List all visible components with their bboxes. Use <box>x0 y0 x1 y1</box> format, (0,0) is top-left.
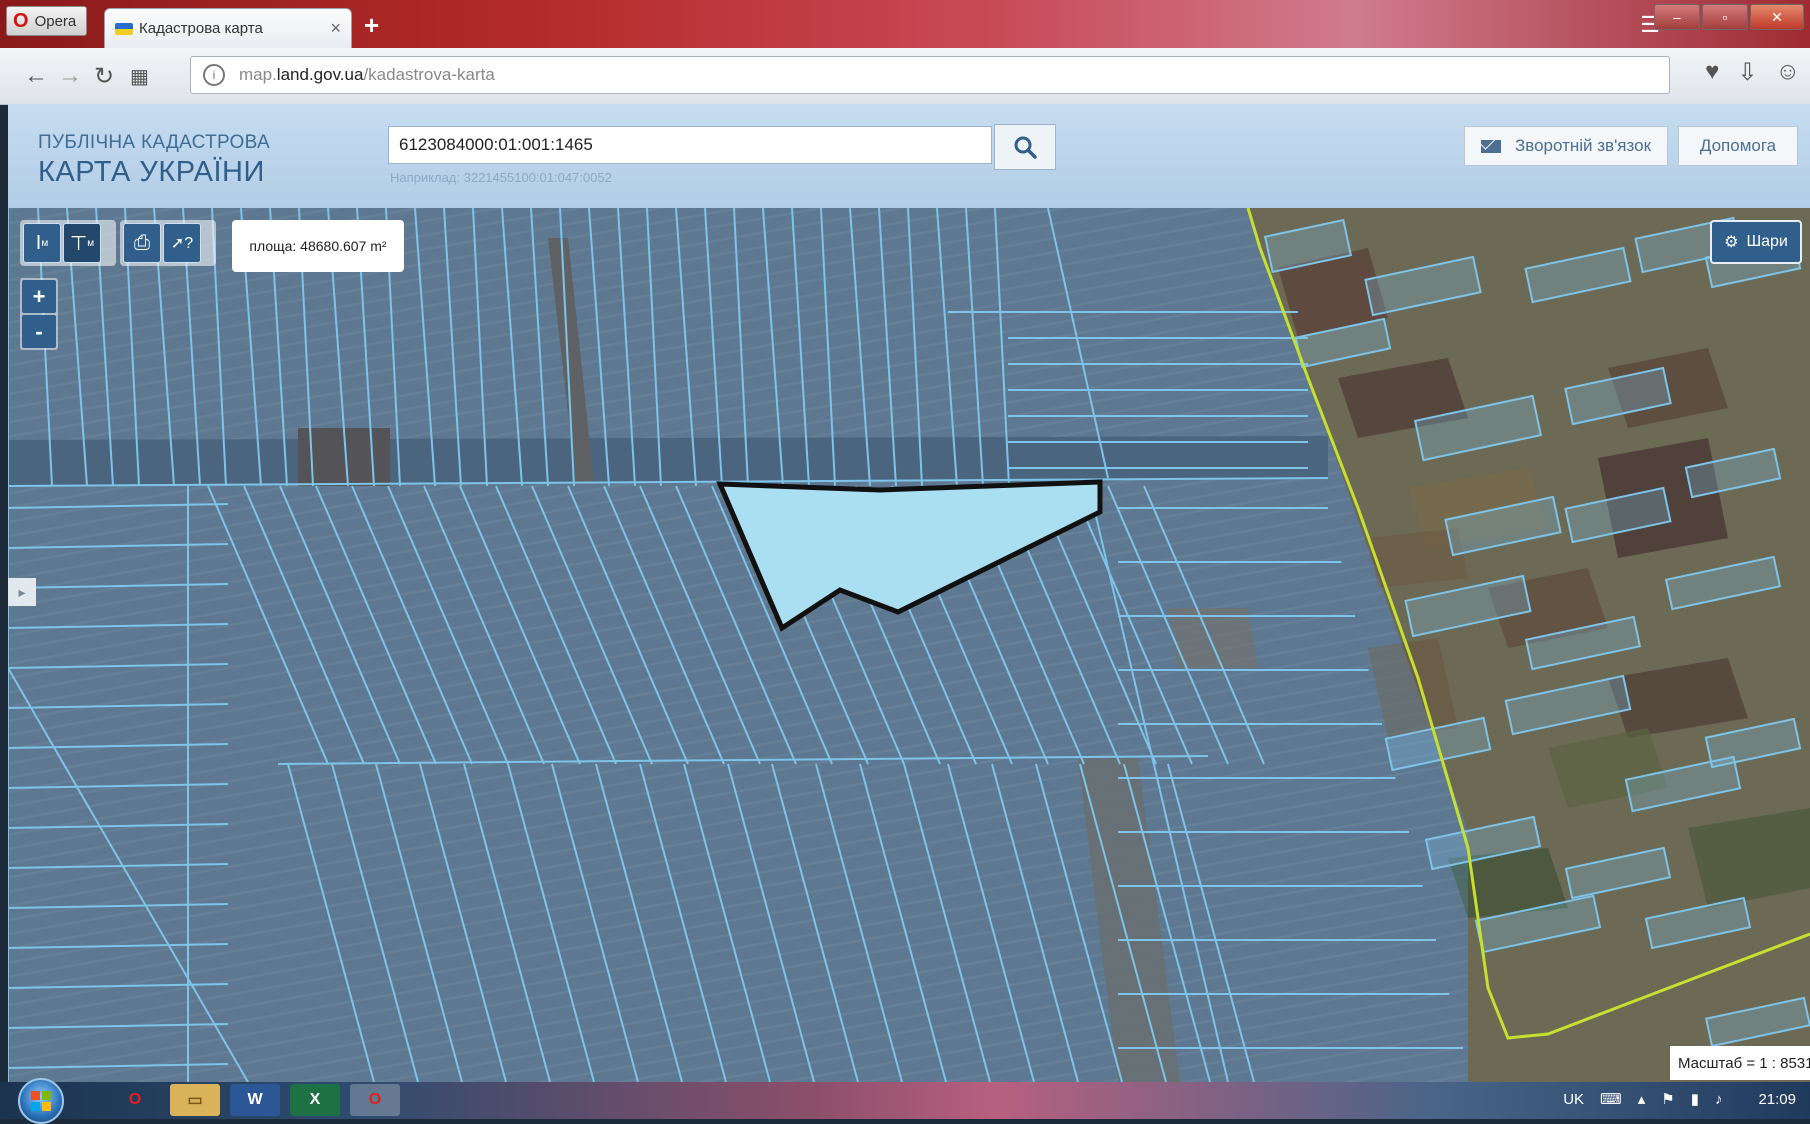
url-path: /kadastrova-karta <box>363 65 495 84</box>
bookmark-heart-icon[interactable]: ♥ <box>1705 58 1719 87</box>
area-readout: площа: 48680.607 m² <box>232 220 404 272</box>
language-indicator[interactable]: UK <box>1563 1091 1584 1108</box>
misc-tools: ⎙ ➚? <box>120 220 216 266</box>
opera-logo-icon: O <box>13 10 29 32</box>
clock[interactable]: 21:09 <box>1758 1091 1796 1108</box>
map-canvas[interactable] <box>8 208 1810 1082</box>
map-scale: Масштаб = 1 : 8531 <box>1670 1046 1810 1080</box>
parcel-tint <box>8 208 1468 1082</box>
feedback-button[interactable]: Зворотній зв'язок <box>1464 126 1668 166</box>
download-icon[interactable]: ⇩ <box>1737 58 1757 87</box>
site-header: ПУБЛІЧНА КАДАСТРОВА КАРТА УКРАЇНИ 612308… <box>8 104 1810 208</box>
account-icon[interactable]: ☺ <box>1775 58 1800 87</box>
window-controls: – ▫ ✕ <box>1654 4 1804 30</box>
keyboard-icon[interactable]: ⌨ <box>1600 1090 1622 1108</box>
measure-distance-button[interactable]: Iм <box>23 223 61 263</box>
zoom-controls: + - <box>20 278 58 350</box>
browser-navbar: ← → ↻ ▦ i map. land.gov.ua /kadastrova-k… <box>0 48 1810 105</box>
identify-icon[interactable]: ➚? <box>163 223 201 263</box>
speed-dial-icon[interactable]: ▦ <box>130 64 149 89</box>
close-window-button[interactable]: ✕ <box>1750 4 1804 30</box>
maximize-button[interactable]: ▫ <box>1702 4 1748 30</box>
brand-line-2: КАРТА УКРАЇНИ <box>38 156 265 188</box>
opera-menu-label: Opera <box>34 12 77 30</box>
tray-arrow-icon[interactable]: ▴ <box>1638 1090 1646 1108</box>
network-icon[interactable]: ▮ <box>1691 1090 1699 1108</box>
browser-tab[interactable]: Кадастрова карта × <box>104 8 352 48</box>
taskbar-opera-active-icon[interactable]: O <box>350 1084 400 1116</box>
site-info-icon[interactable]: i <box>203 64 225 86</box>
address-bar[interactable]: i map. land.gov.ua /kadastrova-karta <box>190 56 1670 94</box>
taskbar-excel-icon[interactable]: X <box>290 1084 340 1116</box>
url-host-prefix: map. <box>239 65 277 84</box>
reload-icon[interactable]: ↻ <box>94 62 114 91</box>
volume-icon[interactable]: ♪ <box>1715 1091 1723 1108</box>
tab-title: Кадастрова карта <box>139 20 263 37</box>
forward-icon[interactable]: → <box>58 62 82 90</box>
feedback-label: Зворотній зв'язок <box>1514 136 1652 155</box>
taskbar-opera-icon[interactable]: O <box>110 1084 160 1116</box>
system-tray: UK ⌨ ▴ ⚑ ▮ ♪ 21:09 <box>1563 1090 1796 1109</box>
cadastral-search-input[interactable]: 6123084000:01:001:1465 <box>388 126 992 164</box>
windows-taskbar: O ▭ W X O UK ⌨ ▴ ⚑ ▮ ♪ 21:09 <box>0 1078 1810 1124</box>
measure-area-button[interactable]: ⊤ м <box>63 223 101 263</box>
search-button[interactable] <box>994 124 1056 170</box>
new-tab-button[interactable]: + <box>364 10 379 41</box>
help-button[interactable]: Допомога <box>1678 126 1798 166</box>
browser-titlebar: O Opera Кадастрова карта × + ☰ – ▫ ✕ <box>0 0 1810 48</box>
tab-close-icon[interactable]: × <box>330 18 341 39</box>
ukraine-flag-icon <box>115 22 133 35</box>
start-button[interactable] <box>18 1078 64 1124</box>
search-icon <box>1014 136 1037 159</box>
brand-line-1: ПУБЛІЧНА КАДАСТРОВА <box>38 132 270 153</box>
layers-button[interactable]: ⚙ Шари <box>1710 220 1802 264</box>
measure-tools: Iм ⊤ м <box>20 220 116 266</box>
minimize-button[interactable]: – <box>1654 4 1700 30</box>
navbar-right-icons: ♥ ⇩ ☺ <box>1705 58 1800 87</box>
windows-logo-icon <box>31 1091 51 1111</box>
zoom-out-button[interactable]: - <box>22 315 56 348</box>
envelope-icon <box>1480 139 1501 153</box>
search-hint: Наприклад: 3221455100:01:047:0052 <box>390 170 612 185</box>
taskbar-explorer-icon[interactable]: ▭ <box>170 1084 220 1116</box>
url-host: land.gov.ua <box>276 65 364 84</box>
flag-icon[interactable]: ⚑ <box>1661 1090 1674 1108</box>
layers-label: Шари <box>1746 233 1788 250</box>
side-panel-toggle[interactable]: ▸ <box>8 578 36 606</box>
gear-icon: ⚙ <box>1724 234 1739 251</box>
cadastral-map[interactable]: Iм ⊤ м ⎙ ➚? площа: 48680.607 m² + - ⚙ Шар… <box>8 208 1810 1082</box>
taskbar-word-icon[interactable]: W <box>230 1084 280 1116</box>
back-icon[interactable]: ← <box>24 62 48 90</box>
opera-menu-button[interactable]: O Opera <box>6 6 88 36</box>
print-icon[interactable]: ⎙ <box>123 223 161 263</box>
zoom-in-button[interactable]: + <box>22 280 56 313</box>
